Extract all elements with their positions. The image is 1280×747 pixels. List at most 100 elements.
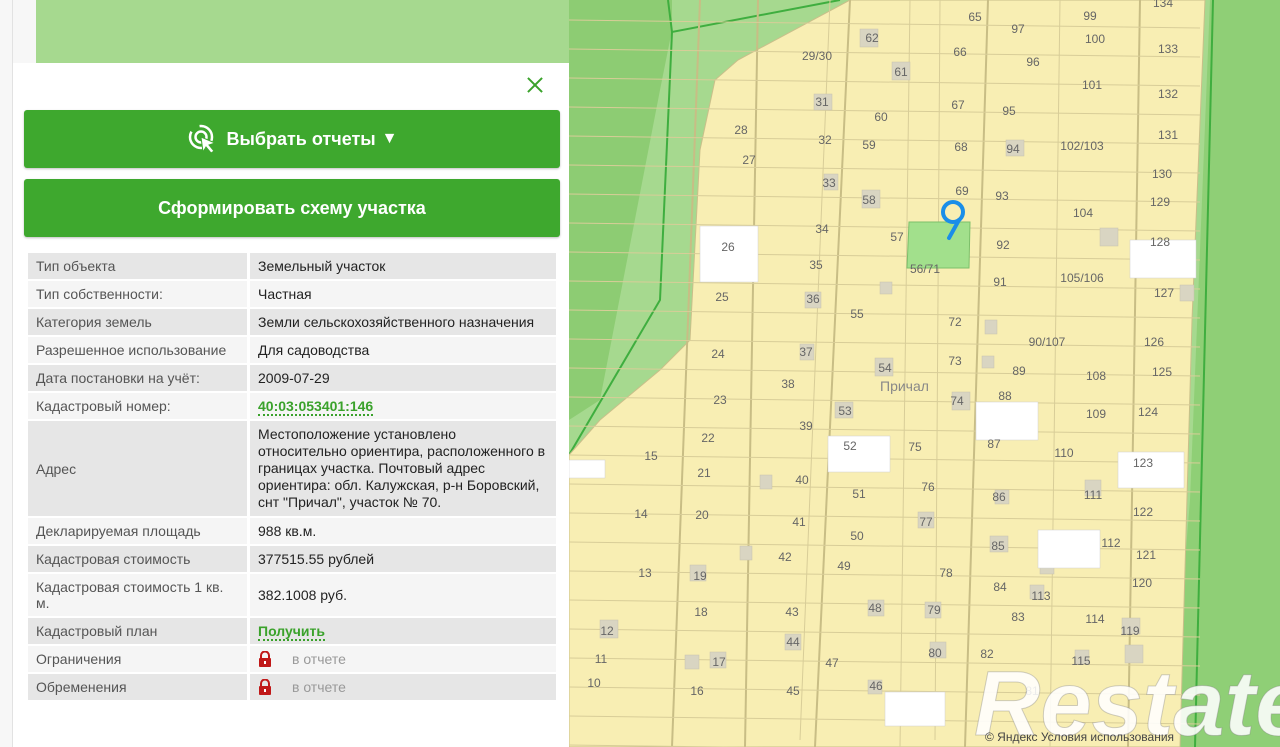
plot-number: 83 bbox=[1011, 610, 1025, 624]
plot-number: 123 bbox=[1133, 456, 1153, 470]
plot-number: 16 bbox=[690, 684, 704, 698]
row-label: Обременения bbox=[28, 674, 250, 700]
table-row: Декларируемая площадь 988 кв.м. bbox=[28, 518, 556, 544]
plot-number: 14 bbox=[634, 507, 648, 521]
plot-number: 125 bbox=[1152, 365, 1172, 379]
plot-number: 80 bbox=[928, 646, 942, 660]
row-label: Кадастровый план bbox=[28, 618, 250, 644]
table-row: Кадастровая стоимость 1 кв. м. 382.1008 р… bbox=[28, 574, 556, 616]
plot-number: 97 bbox=[1011, 22, 1025, 36]
plot-number: 73 bbox=[948, 354, 962, 368]
select-reports-button[interactable]: Выбрать отчеты ▼ bbox=[24, 110, 560, 168]
row-label: Кадастровая стоимость bbox=[28, 546, 250, 572]
plot-number: 35 bbox=[809, 258, 823, 272]
address-value: Местоположение установлено относительно … bbox=[250, 421, 556, 516]
plot-number: 114 bbox=[1085, 612, 1104, 626]
generate-scheme-label: Сформировать схему участка bbox=[158, 197, 426, 218]
table-row: Категория земель Земли сельскохозяйственн… bbox=[28, 309, 556, 335]
plot-number: 134 bbox=[1153, 0, 1173, 10]
plot-number: 77 bbox=[919, 515, 933, 529]
plot-number: 50 bbox=[850, 529, 864, 543]
get-plan-link[interactable]: Получить bbox=[258, 623, 325, 641]
plot-number: 86 bbox=[992, 490, 1006, 504]
row-label: Дата постановки на учёт: bbox=[28, 365, 250, 391]
plot-number: 87 bbox=[987, 437, 1001, 451]
plot-number: 61 bbox=[894, 65, 908, 79]
plot-number: 54 bbox=[878, 361, 892, 375]
plot-number: 124 bbox=[1138, 405, 1158, 419]
table-row: Адрес Местоположение установлено относите… bbox=[28, 421, 556, 516]
plot-number: 29/30 bbox=[802, 49, 832, 63]
row-value: 988 кв.м. bbox=[250, 518, 556, 544]
plot-number: 21 bbox=[697, 466, 711, 480]
plot-number: 131 bbox=[1158, 128, 1178, 142]
row-value: 382.1008 руб. bbox=[250, 574, 556, 616]
row-label: Декларируемая площадь bbox=[28, 518, 250, 544]
plot-number: 91 bbox=[993, 275, 1007, 289]
plot-number: 65 bbox=[968, 10, 982, 24]
table-row: Кадастровая стоимость 377515.55 рублей bbox=[28, 546, 556, 572]
plot-number: 78 bbox=[939, 566, 953, 580]
plot-number: 108 bbox=[1086, 369, 1106, 383]
row-label: Тип собственности: bbox=[28, 281, 250, 307]
plot-number: 58 bbox=[862, 193, 876, 207]
plot-number: 110 bbox=[1054, 446, 1073, 460]
plot-number: 120 bbox=[1132, 576, 1152, 590]
cursor-click-icon bbox=[188, 124, 216, 154]
plot-number: 39 bbox=[799, 419, 813, 433]
plot-number: 44 bbox=[786, 635, 800, 649]
plot-number: 40 bbox=[795, 473, 809, 487]
in-report-text: в отчете bbox=[292, 679, 346, 695]
plot-info-table: Тип объекта Земельный участок Тип собстве… bbox=[28, 251, 556, 702]
plot-number: 25 bbox=[715, 290, 729, 304]
plot-number: 66 bbox=[953, 45, 967, 59]
plot-number: 57 bbox=[890, 230, 904, 244]
plot-number: 53 bbox=[838, 404, 852, 418]
plot-number: 93 bbox=[995, 189, 1009, 203]
table-row: Тип объекта Земельный участок bbox=[28, 253, 556, 279]
plot-number: 17 bbox=[712, 655, 726, 669]
plot-number: 19 bbox=[693, 569, 707, 583]
plot-number: 68 bbox=[954, 140, 968, 154]
plot-number: 62 bbox=[865, 31, 879, 45]
plot-number: 95 bbox=[1002, 104, 1016, 118]
cadastral-number-link[interactable]: 40:03:053401:146 bbox=[258, 398, 374, 416]
plot-number: 49 bbox=[837, 559, 851, 573]
close-icon[interactable] bbox=[523, 73, 547, 97]
plot-number: 128 bbox=[1150, 235, 1170, 249]
generate-scheme-button[interactable]: Сформировать схему участка bbox=[24, 179, 560, 237]
row-value: Частная bbox=[250, 281, 556, 307]
plot-number: 96 bbox=[1026, 55, 1040, 69]
plot-number: 32 bbox=[818, 133, 832, 147]
table-row: Ограничения в отчете bbox=[28, 646, 556, 672]
plot-number: 28 bbox=[734, 123, 748, 137]
plot-number: 113 bbox=[1031, 589, 1050, 603]
row-label: Категория земель bbox=[28, 309, 250, 335]
plot-number: 126 bbox=[1144, 335, 1164, 349]
plot-number: 94 bbox=[1006, 142, 1020, 156]
plot-number: 72 bbox=[948, 315, 962, 329]
plot-number: 56/71 bbox=[910, 262, 940, 276]
plot-number: 67 bbox=[951, 98, 965, 112]
plot-number: 47 bbox=[825, 656, 839, 670]
plot-number: 51 bbox=[852, 487, 866, 501]
plot-number: 122 bbox=[1133, 505, 1153, 519]
plot-number: 52 bbox=[843, 439, 857, 453]
row-label: Кадастровый номер: bbox=[28, 393, 250, 419]
plot-number: 101 bbox=[1082, 78, 1102, 92]
plot-number: 76 bbox=[921, 480, 935, 494]
plot-number: 99 bbox=[1083, 9, 1097, 23]
table-row: Обременения в отчете bbox=[28, 674, 556, 700]
map-copyright: © Яндекс Условия использования bbox=[985, 730, 1175, 744]
plot-number: 33 bbox=[822, 176, 836, 190]
plot-number: 109 bbox=[1086, 407, 1106, 421]
plot-number: 18 bbox=[694, 605, 708, 619]
row-value: Для садоводства bbox=[250, 337, 556, 363]
plot-number: 121 bbox=[1136, 548, 1156, 562]
plot-number: 111 bbox=[1084, 488, 1103, 502]
plot-number: 10 bbox=[587, 676, 601, 690]
plot-number: 130 bbox=[1152, 167, 1172, 181]
lock-icon bbox=[259, 651, 271, 667]
row-label: Тип объекта bbox=[28, 253, 250, 279]
plot-number: 127 bbox=[1154, 286, 1174, 300]
